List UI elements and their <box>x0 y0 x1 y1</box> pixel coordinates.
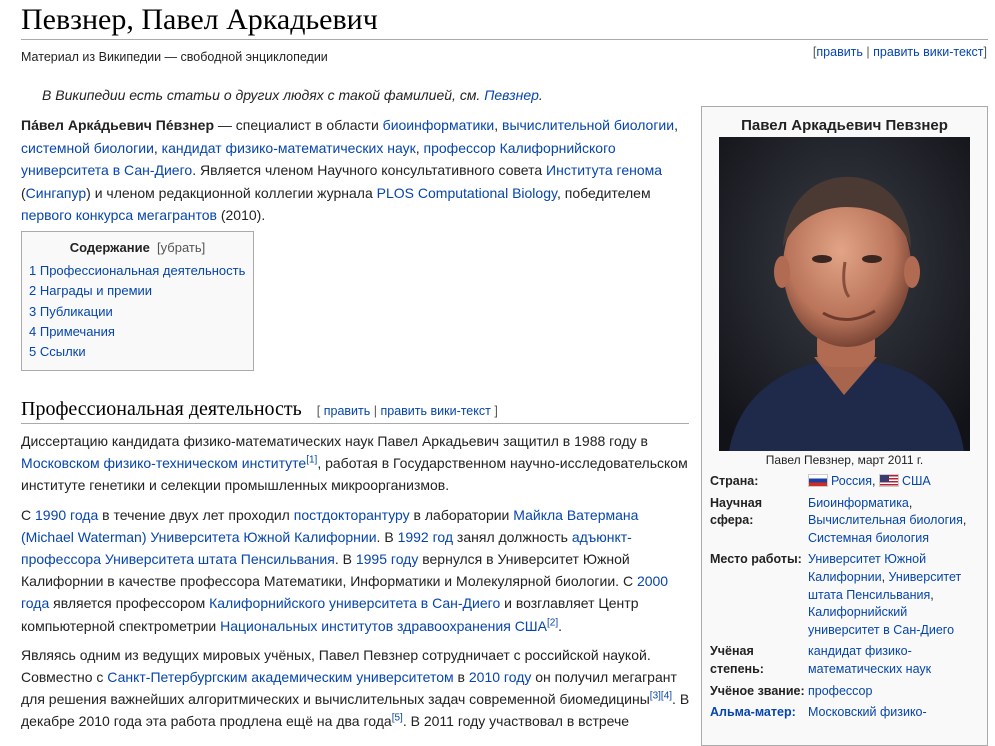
portrait-photo[interactable] <box>719 137 970 451</box>
ref-1[interactable]: [1] <box>306 455 317 466</box>
section-body: Диссертацию кандидата физико-математичес… <box>21 430 691 740</box>
paragraph: С 1990 года в течение двух лет проходил … <box>21 506 669 634</box>
link-computational-biology[interactable]: вычислительной биологии <box>502 117 674 133</box>
link-ucsd-ib[interactable]: Калифорнийский университет в Сан-Диего <box>808 605 954 637</box>
photo-caption: Павел Певзнер, март 2011 г. <box>765 453 924 467</box>
link-postdoc[interactable]: постдокторантуру <box>294 507 410 523</box>
subject-name: Па́вел Арка́дьевич Пе́взнер <box>21 117 215 133</box>
ref-3[interactable]: [3] <box>650 691 661 702</box>
link-usc[interactable]: Университета Южной Калифорнии <box>150 529 376 545</box>
page-title: Певзнер, Павел Аркадьевич <box>21 3 378 36</box>
infobox-row-degree: Учёная степень: кандидат физико-математи… <box>710 644 932 676</box>
link-spbau[interactable]: Санкт-Петербургским академическим универ… <box>107 669 453 685</box>
link-systems-biology[interactable]: системной биологии <box>21 140 154 156</box>
link-alma-mater[interactable]: Альма-матер: <box>710 705 796 719</box>
section-edit-wikitext-link[interactable]: править вики-текст <box>380 404 490 418</box>
hatnote: В Википедии есть статьи о других людях с… <box>42 87 543 103</box>
site-subtitle: Материал из Википедии — свободной энцикл… <box>21 50 328 64</box>
toc-item[interactable]: 2 Награды и премии <box>29 281 253 301</box>
ref-5[interactable]: [5] <box>392 713 403 724</box>
link-penn-state[interactable]: Университета штата Пенсильвания <box>105 551 335 567</box>
toc-item[interactable]: 5 Ссылки <box>29 342 253 362</box>
toc-item[interactable]: 4 Примечания <box>29 322 253 342</box>
ref-2[interactable]: [2] <box>547 617 558 628</box>
section-edit-link[interactable]: править <box>324 404 371 418</box>
toc-hide-toggle[interactable]: [убрать] <box>157 240 205 255</box>
section-heading: Профессиональная деятельность [ править … <box>21 398 689 424</box>
infobox-row-field: Научная сфера: Биоинформатика, Вычислител… <box>710 495 967 545</box>
section-edit-links: [ править | править вики-текст ] <box>316 404 498 418</box>
title-divider <box>21 39 988 40</box>
ref-4[interactable]: [4] <box>661 691 672 702</box>
disambiguation-link[interactable]: Певзнер <box>484 87 539 103</box>
link-alma[interactable]: Московский физико- <box>808 705 927 719</box>
paragraph: Диссертацию кандидата физико-математичес… <box>21 433 688 494</box>
infobox-title: Павел Аркадьевич Певзнер <box>741 117 948 134</box>
link-2010[interactable]: 2010 году <box>469 669 531 685</box>
toc-title: Содержание <box>69 240 150 255</box>
link-degree[interactable]: кандидат физико-математических наук <box>808 644 931 676</box>
infobox-row-country: Страна: Россия, США <box>710 474 931 488</box>
link-plos-compbio[interactable]: PLOS Computational Biology <box>377 185 557 201</box>
edit-wikitext-link[interactable]: править вики-текст <box>873 45 983 59</box>
link-compbio-ib[interactable]: Вычислительная биология <box>808 513 963 527</box>
usa-flag-icon <box>878 474 899 487</box>
link-1992[interactable]: 1992 год <box>398 529 453 545</box>
link-mipt[interactable]: Московском физико-техническом институте <box>21 455 306 471</box>
link-russia[interactable]: Россия <box>831 474 872 488</box>
edit-link[interactable]: править <box>816 45 863 59</box>
intro-paragraph: Па́вел Арка́дьевич Пе́взнер — специалист… <box>21 117 678 223</box>
link-professor[interactable]: профессор <box>808 684 872 698</box>
link-bioinformatics[interactable]: биоинформатики <box>383 117 495 133</box>
toc-item[interactable]: 1 Профессиональная деятельность <box>29 261 253 281</box>
toc-item[interactable]: 3 Публикации <box>29 302 253 322</box>
infobox-row-rank: Учёное звание: профессор <box>710 683 873 698</box>
link-sysbio-ib[interactable]: Системная биология <box>808 531 929 545</box>
infobox-row-workplace: Место работы: Университет Южной Калифорн… <box>710 552 962 637</box>
infobox-table: Страна: Россия, США Научная сфера: Биоин… <box>710 471 982 724</box>
paragraph: Являясь одним из ведущих мировых учёных,… <box>21 646 690 730</box>
link-megagrant[interactable]: первого конкурса мегагрантов <box>21 207 217 223</box>
link-1995[interactable]: 1995 году <box>356 551 418 567</box>
link-usa[interactable]: США <box>902 474 931 488</box>
link-candidate-of-sciences[interactable]: кандидат физико-математических наук <box>162 140 416 156</box>
russia-flag-icon <box>808 474 828 487</box>
link-nih[interactable]: Национальных институтов здравоохранения … <box>220 618 547 634</box>
infobox-row-alma-mater: Альма-матер: Московский физико- <box>710 702 982 724</box>
link-genome-institute[interactable]: Института генома <box>546 162 662 178</box>
infobox: Павел Аркадьевич Певзнер Павел Певзнер, … <box>701 106 988 746</box>
link-singapore[interactable]: Сингапур <box>26 185 86 201</box>
page-edit-links: [править | править вики-текст] <box>812 45 987 59</box>
table-of-contents: Содержание [убрать] 1 Профессиональная д… <box>21 231 254 371</box>
link-bioinformatics-ib[interactable]: Биоинформатика <box>808 496 909 510</box>
link-1990[interactable]: 1990 года <box>35 507 98 523</box>
link-ucsd[interactable]: Калифорнийского университета в Сан-Диего <box>209 595 500 611</box>
